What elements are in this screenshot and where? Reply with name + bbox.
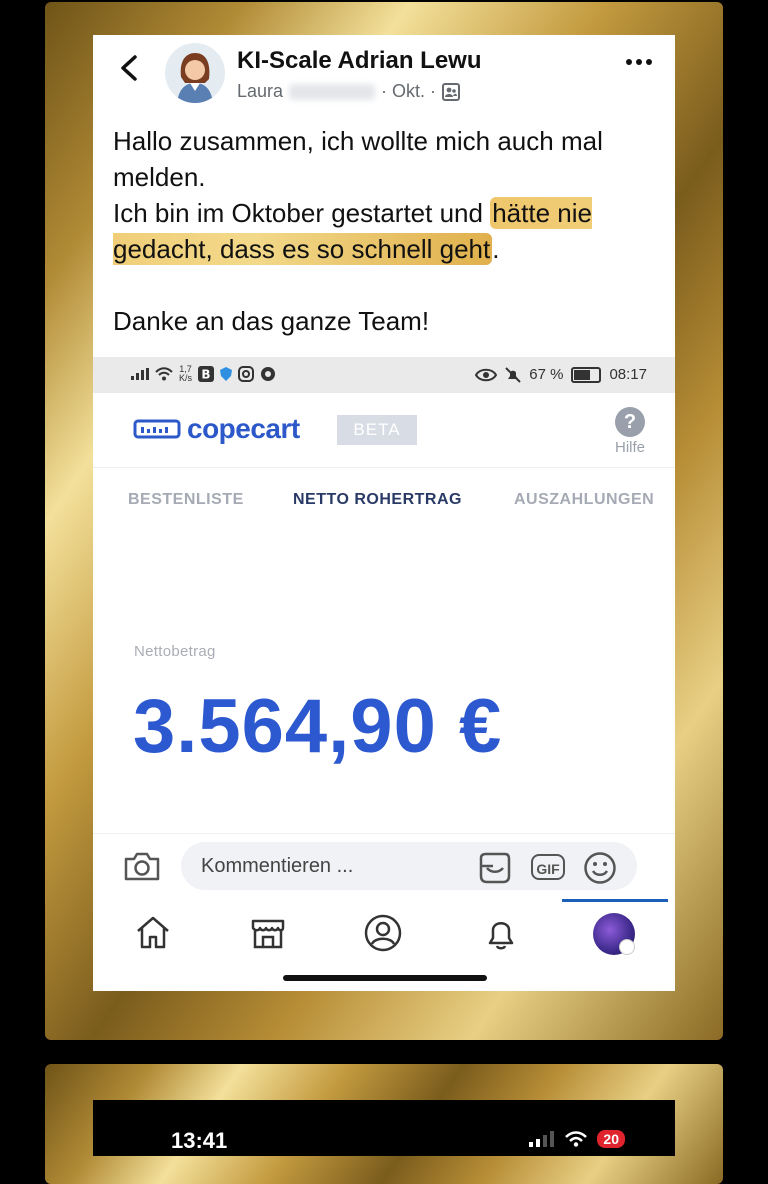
help-button[interactable]: ? Hilfe [614,407,645,456]
net-amount-label: Nettobetrag [134,643,216,660]
post-line-1: Hallo zusammen, ich wollte mich auch mal… [113,126,603,192]
battery-percent: 67 % [529,366,564,383]
instagram-icon [238,366,255,382]
bottom-nav [93,905,675,965]
svg-text:B: B [201,368,210,382]
camera-icon[interactable] [123,850,161,882]
eye-icon [475,368,498,381]
app-b-icon: B [198,366,215,382]
embedded-status-bar: 1,7 K/s B 67 % 08:17 [93,357,675,393]
second-signal-icon [529,1131,555,1147]
active-nav-indicator [562,899,668,902]
sticker-icon[interactable] [477,852,511,884]
net-amount-value: 3.564,90 € [133,684,503,769]
menu-badge-icon [619,939,635,955]
signal-icon [131,368,149,380]
shield-icon [220,367,233,381]
menu-avatar[interactable] [593,913,635,955]
home-icon[interactable] [133,913,173,953]
second-screenshot: 13:41 20 [93,1100,675,1156]
tab-bestenliste[interactable]: BESTENLISTE [128,491,244,509]
help-label: Hilfe [614,439,645,456]
marketplace-icon[interactable] [248,913,288,953]
group-audience-icon [442,82,461,101]
post-line-3: Danke an das ganze Team! [113,306,430,336]
more-options-icon[interactable] [625,57,653,67]
copecart-tabs: BESTENLISTE NETTO ROHERTRAG AUSZAHLUNGEN [93,491,675,521]
profile-icon[interactable] [363,913,403,953]
second-battery: 20 [597,1130,625,1148]
battery-icon [571,366,602,383]
emoji-icon[interactable] [583,851,617,885]
post-date: · Okt. · [381,81,437,101]
copecart-logo-text: copecart [187,413,300,444]
question-icon: ? [614,407,645,437]
post-screenshot: KI-Scale Adrian Lewu Laura · Okt. · Hall… [93,35,675,991]
tab-auszahlungen[interactable]: AUSZAHLUNGEN [514,491,654,509]
beta-badge: BETA [337,415,417,445]
gif-icon[interactable]: GIF [531,854,565,880]
comment-placeholder: Kommentieren ... [201,855,354,877]
author-name[interactable]: Laura [237,81,283,102]
mute-bell-icon [505,366,521,383]
second-status-right: 20 [529,1130,625,1148]
back-arrow-icon[interactable] [117,53,141,83]
copecart-logo[interactable]: copecart [133,413,300,445]
tab-netto-rohertrag[interactable]: NETTO ROHERTRAG [293,491,462,509]
avatar[interactable] [165,43,225,103]
post-line-2-suffix: . [492,234,500,264]
network-speed: 1,7 K/s [179,364,193,383]
blurred-surname [289,83,376,100]
second-wifi-icon [565,1131,588,1147]
post-meta: Laura · Okt. · [237,81,461,102]
comment-input[interactable]: Kommentieren ... GIF [181,842,637,890]
post-title[interactable]: KI-Scale Adrian Lewu [237,47,482,75]
comment-bar: Kommentieren ... GIF [93,833,675,900]
post-line-2-prefix: Ich bin im Oktober gestartet und [113,198,491,228]
post-body: Hallo zusammen, ich wollte mich auch mal… [113,123,663,339]
home-indicator [283,975,487,981]
second-status-time: 13:41 [171,1128,228,1153]
status-time: 08:17 [609,366,647,383]
wifi-icon [155,367,173,381]
cart-logo-icon [133,419,181,439]
post-line-2: Ich bin im Oktober gestartet und hätte n… [113,195,663,267]
app-round-icon [261,367,276,381]
notifications-bell-icon[interactable] [481,913,521,953]
copecart-header: copecart BETA ? Hilfe [93,393,675,468]
